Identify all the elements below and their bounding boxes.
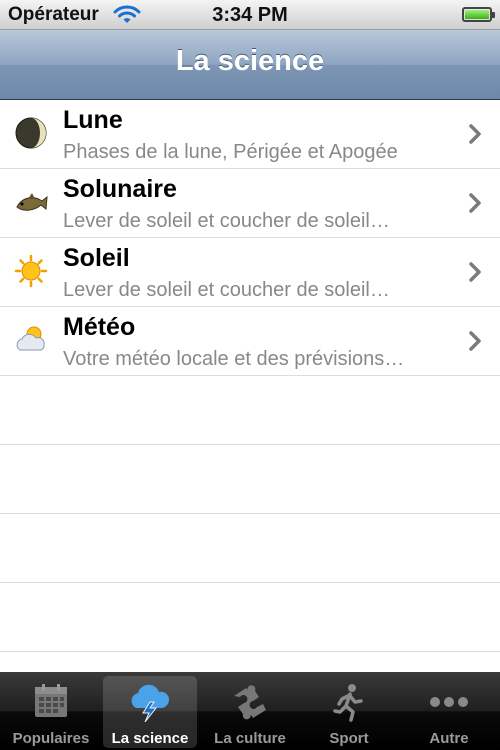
chevron-right-icon — [468, 123, 482, 145]
moon-icon — [14, 116, 48, 150]
battery-icon — [462, 7, 495, 22]
tab-la-science[interactable]: La science — [103, 676, 197, 748]
tab-label: Sport — [329, 730, 369, 747]
chevron-right-icon — [468, 261, 482, 283]
row-subtitle: Votre météo locale et des prévisions… — [63, 348, 405, 370]
list-item-lune[interactable]: Lune Phases de la lune, Périgée et Apogé… — [0, 100, 500, 169]
sun-icon — [14, 254, 48, 288]
row-subtitle: Lever de soleil et coucher de soleil… — [63, 210, 390, 232]
row-title: Météo — [63, 313, 136, 341]
chevron-right-icon — [468, 330, 482, 352]
more-icon — [402, 682, 496, 722]
row-subtitle: Phases de la lune, Périgée et Apogée — [63, 141, 398, 163]
tab-bar: Populaires La science La culture Sport A… — [0, 672, 500, 750]
cloud-lightning-icon — [103, 682, 197, 723]
list-item-soleil[interactable]: Soleil Lever de soleil et coucher de sol… — [0, 238, 500, 307]
tab-autre[interactable]: Autre — [402, 676, 496, 748]
list-item-solunaire[interactable]: Solunaire Lever de soleil et coucher de … — [0, 169, 500, 238]
status-bar: Opérateur 3:34 PM — [0, 0, 500, 30]
row-subtitle: Lever de soleil et coucher de soleil… — [63, 279, 390, 301]
cloud-sun-icon — [14, 323, 48, 357]
science-list: Lune Phases de la lune, Périgée et Apogé… — [0, 100, 500, 652]
runner-icon — [302, 682, 396, 722]
row-title: Solunaire — [63, 175, 177, 203]
puzzle-icon — [203, 682, 297, 722]
tab-label: Populaires — [12, 730, 90, 747]
list-item-meteo[interactable]: Météo Votre météo locale et des prévisio… — [0, 307, 500, 376]
tab-label: Autre — [429, 730, 469, 747]
chevron-right-icon — [468, 192, 482, 214]
tab-label: La science — [111, 730, 189, 747]
page-title: La science — [175, 45, 325, 77]
empty-row — [0, 514, 500, 583]
calendar-icon — [4, 682, 98, 722]
empty-row — [0, 583, 500, 652]
empty-row — [0, 445, 500, 514]
tab-label: La culture — [214, 730, 286, 747]
row-title: Soleil — [63, 244, 130, 272]
row-title: Lune — [63, 106, 123, 134]
navigation-bar: La science — [0, 30, 500, 100]
tab-la-culture[interactable]: La culture — [203, 676, 297, 748]
tab-sport[interactable]: Sport — [302, 676, 396, 748]
clock: 3:34 PM — [212, 4, 288, 26]
tab-populaires[interactable]: Populaires — [4, 676, 98, 748]
empty-row — [0, 376, 500, 445]
fish-icon — [14, 185, 48, 219]
